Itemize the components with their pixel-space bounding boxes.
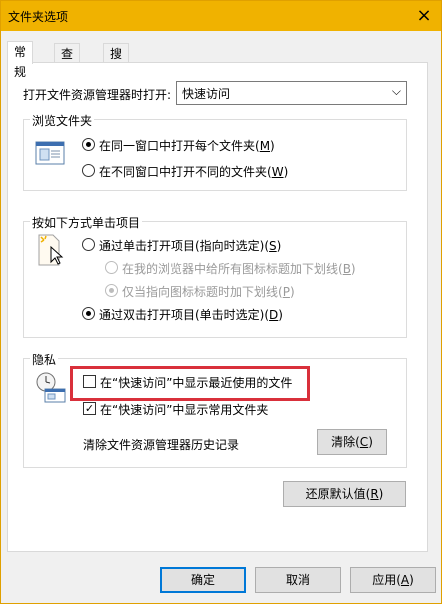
tab-search[interactable]: 搜索 <box>103 43 130 81</box>
clear-history-label: 清除文件资源管理器历史记录 <box>83 438 240 452</box>
same-window-label[interactable]: 在同一窗口中打开每个文件夹(M) <box>99 137 275 154</box>
same-window-icon <box>35 141 65 165</box>
apply-button[interactable]: 应用(A) <box>350 567 436 593</box>
restore-defaults-button[interactable]: 还原默认值(R) <box>283 481 406 507</box>
show-recent-files-label[interactable]: 在“快速访问”中显示最近使用的文件 <box>100 374 292 391</box>
underline-all-radio[interactable] <box>105 261 118 274</box>
folder-options-dialog: 文件夹选项 × 常规 查看 搜索 打开文件资源管理器时打开: 快速访问 ⌵ 浏览… <box>0 0 442 604</box>
same-window-radio[interactable] <box>82 138 95 151</box>
show-frequent-folders-label[interactable]: 在“快速访问”中显示常用文件夹 <box>100 401 268 418</box>
single-click-label[interactable]: 通过单击打开项目(指向时选定)(S) <box>99 237 281 254</box>
chevron-down-icon: ⌵ <box>391 84 401 98</box>
window-title: 文件夹选项 <box>8 10 69 24</box>
cancel-button[interactable]: 取消 <box>255 567 341 593</box>
close-icon[interactable]: × <box>407 1 441 31</box>
underline-all-label: 在我的浏览器中给所有图标标题加下划线(B) <box>122 262 356 276</box>
show-frequent-folders-checkbox[interactable]: ✓ <box>83 402 96 415</box>
check-mark-icon: ✓ <box>84 402 95 415</box>
show-recent-files-checkbox[interactable] <box>83 375 96 388</box>
underline-hover-label: 仅当指向图标标题时加下划线(P) <box>122 285 295 299</box>
underline-hover-radio[interactable] <box>105 284 118 297</box>
privacy-clock-icon <box>35 371 67 403</box>
clear-button[interactable]: 清除(C) <box>317 429 387 455</box>
browse-folders-title: 浏览文件夹 <box>30 112 95 129</box>
open-explorer-value: 快速访问 <box>182 87 231 101</box>
double-click-label[interactable]: 通过双击打开项目(单击时选定)(D) <box>99 306 283 323</box>
double-click-radio[interactable] <box>82 307 95 320</box>
title-bar[interactable]: 文件夹选项 × <box>1 1 441 31</box>
privacy-title: 隐私 <box>30 351 59 368</box>
open-explorer-label: 打开文件资源管理器时打开: <box>23 88 172 102</box>
open-explorer-dropdown[interactable]: 快速访问 ⌵ <box>176 81 407 105</box>
new-window-radio[interactable] <box>82 164 95 177</box>
browse-folders-group <box>23 119 407 191</box>
new-window-label[interactable]: 在不同窗口中打开不同的文件夹(W) <box>99 163 288 180</box>
single-click-radio[interactable] <box>82 238 95 251</box>
tab-view[interactable]: 查看 <box>54 43 81 81</box>
click-items-title: 按如下方式单击项目 <box>30 214 143 231</box>
pointer-click-icon <box>35 233 69 269</box>
ok-button[interactable]: 确定 <box>160 567 246 593</box>
tab-general[interactable]: 常规 <box>7 41 34 79</box>
